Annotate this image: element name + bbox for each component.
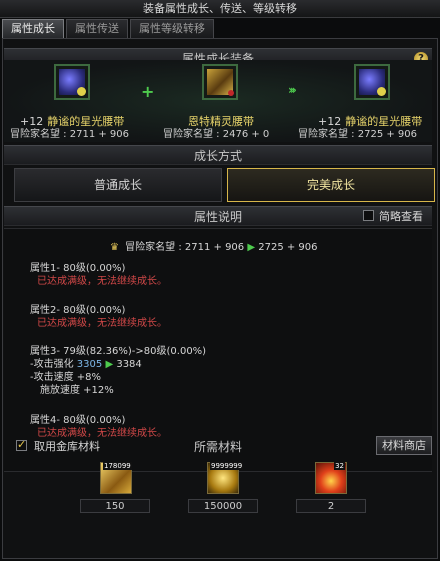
material-1-qty: 150 <box>80 499 150 513</box>
tab-attr-transfer[interactable]: 属性传送 <box>66 19 128 38</box>
normal-growth-button[interactable]: 普通成长 <box>14 168 222 202</box>
fame-current: 冒险家名望 : 2711 + 906 <box>125 242 245 253</box>
material-2-stock: 9999999 <box>210 462 244 470</box>
tab-attr-growth[interactable]: 属性成长 <box>2 19 64 38</box>
fame-arrow-icon: ▶ <box>247 242 256 253</box>
attack-boost-arrow-icon: ▶ <box>105 359 114 370</box>
attr-3-line-3: 施放速度 +12% <box>40 385 114 396</box>
growth-method-header: 成长方式 <box>4 145 432 165</box>
fame-row: ♛ 冒险家名望 : 2711 + 906 ▶ 2725 + 906 <box>110 238 318 253</box>
gem-icon <box>77 87 86 96</box>
material-item-score: 冒险家名望 : 2476 + 0 <box>163 129 270 140</box>
gold-bar-icon[interactable]: 178099 <box>100 462 132 494</box>
perfect-growth-button[interactable]: 完美成长 <box>227 168 435 202</box>
material-2-qty: 150000 <box>188 499 258 513</box>
result-item-score: 冒险家名望 : 2725 + 906 <box>298 129 417 140</box>
material-3-stock: 32 <box>334 462 345 470</box>
attack-boost-new: 3384 <box>116 359 142 370</box>
required-materials-title: 所需材料 <box>193 440 242 454</box>
tab-bar: 属性成长 属性传送 属性等级转移 <box>2 19 216 38</box>
source-item-score: 冒险家名望 : 2711 + 906 <box>10 129 129 140</box>
fame-new: 2725 + 906 <box>258 242 318 253</box>
brief-view-label: 简略查看 <box>379 210 423 223</box>
material-item-slot[interactable] <box>202 64 238 100</box>
attr-desc-title: 属性说明 <box>193 210 242 224</box>
material-3-qty: 2 <box>296 499 366 513</box>
attr-2-note: 已达成满级，无法继续成长。 <box>37 318 167 329</box>
growth-method-title: 成长方式 <box>193 149 242 163</box>
tab-level-transfer[interactable]: 属性等级转移 <box>130 19 214 38</box>
gold-coins-icon[interactable]: 9999999 <box>207 462 244 494</box>
materials-header: 取用金库材料 所需材料 材料商店 <box>4 436 432 457</box>
fame-icon: ♛ <box>110 242 119 253</box>
material-1-stock: 178099 <box>103 462 132 470</box>
growth-method-options: 普通成长 完美成长 <box>4 168 435 204</box>
result-item-slot[interactable] <box>354 64 390 100</box>
gem-icon <box>228 90 234 96</box>
flame-orb-icon[interactable]: 32 <box>315 462 347 494</box>
plus-icon: + <box>141 82 155 101</box>
brief-view-checkbox[interactable] <box>363 210 374 221</box>
material-shop-button[interactable]: 材料商店 <box>376 436 432 455</box>
arrow-right-icon: ››› <box>288 83 297 97</box>
attr-1-note: 已达成满级，无法继续成长。 <box>37 276 167 287</box>
window-title: 装备属性成长、传送、等级转移 <box>0 0 440 18</box>
source-item-slot[interactable] <box>54 64 90 100</box>
gem-icon <box>377 87 386 96</box>
